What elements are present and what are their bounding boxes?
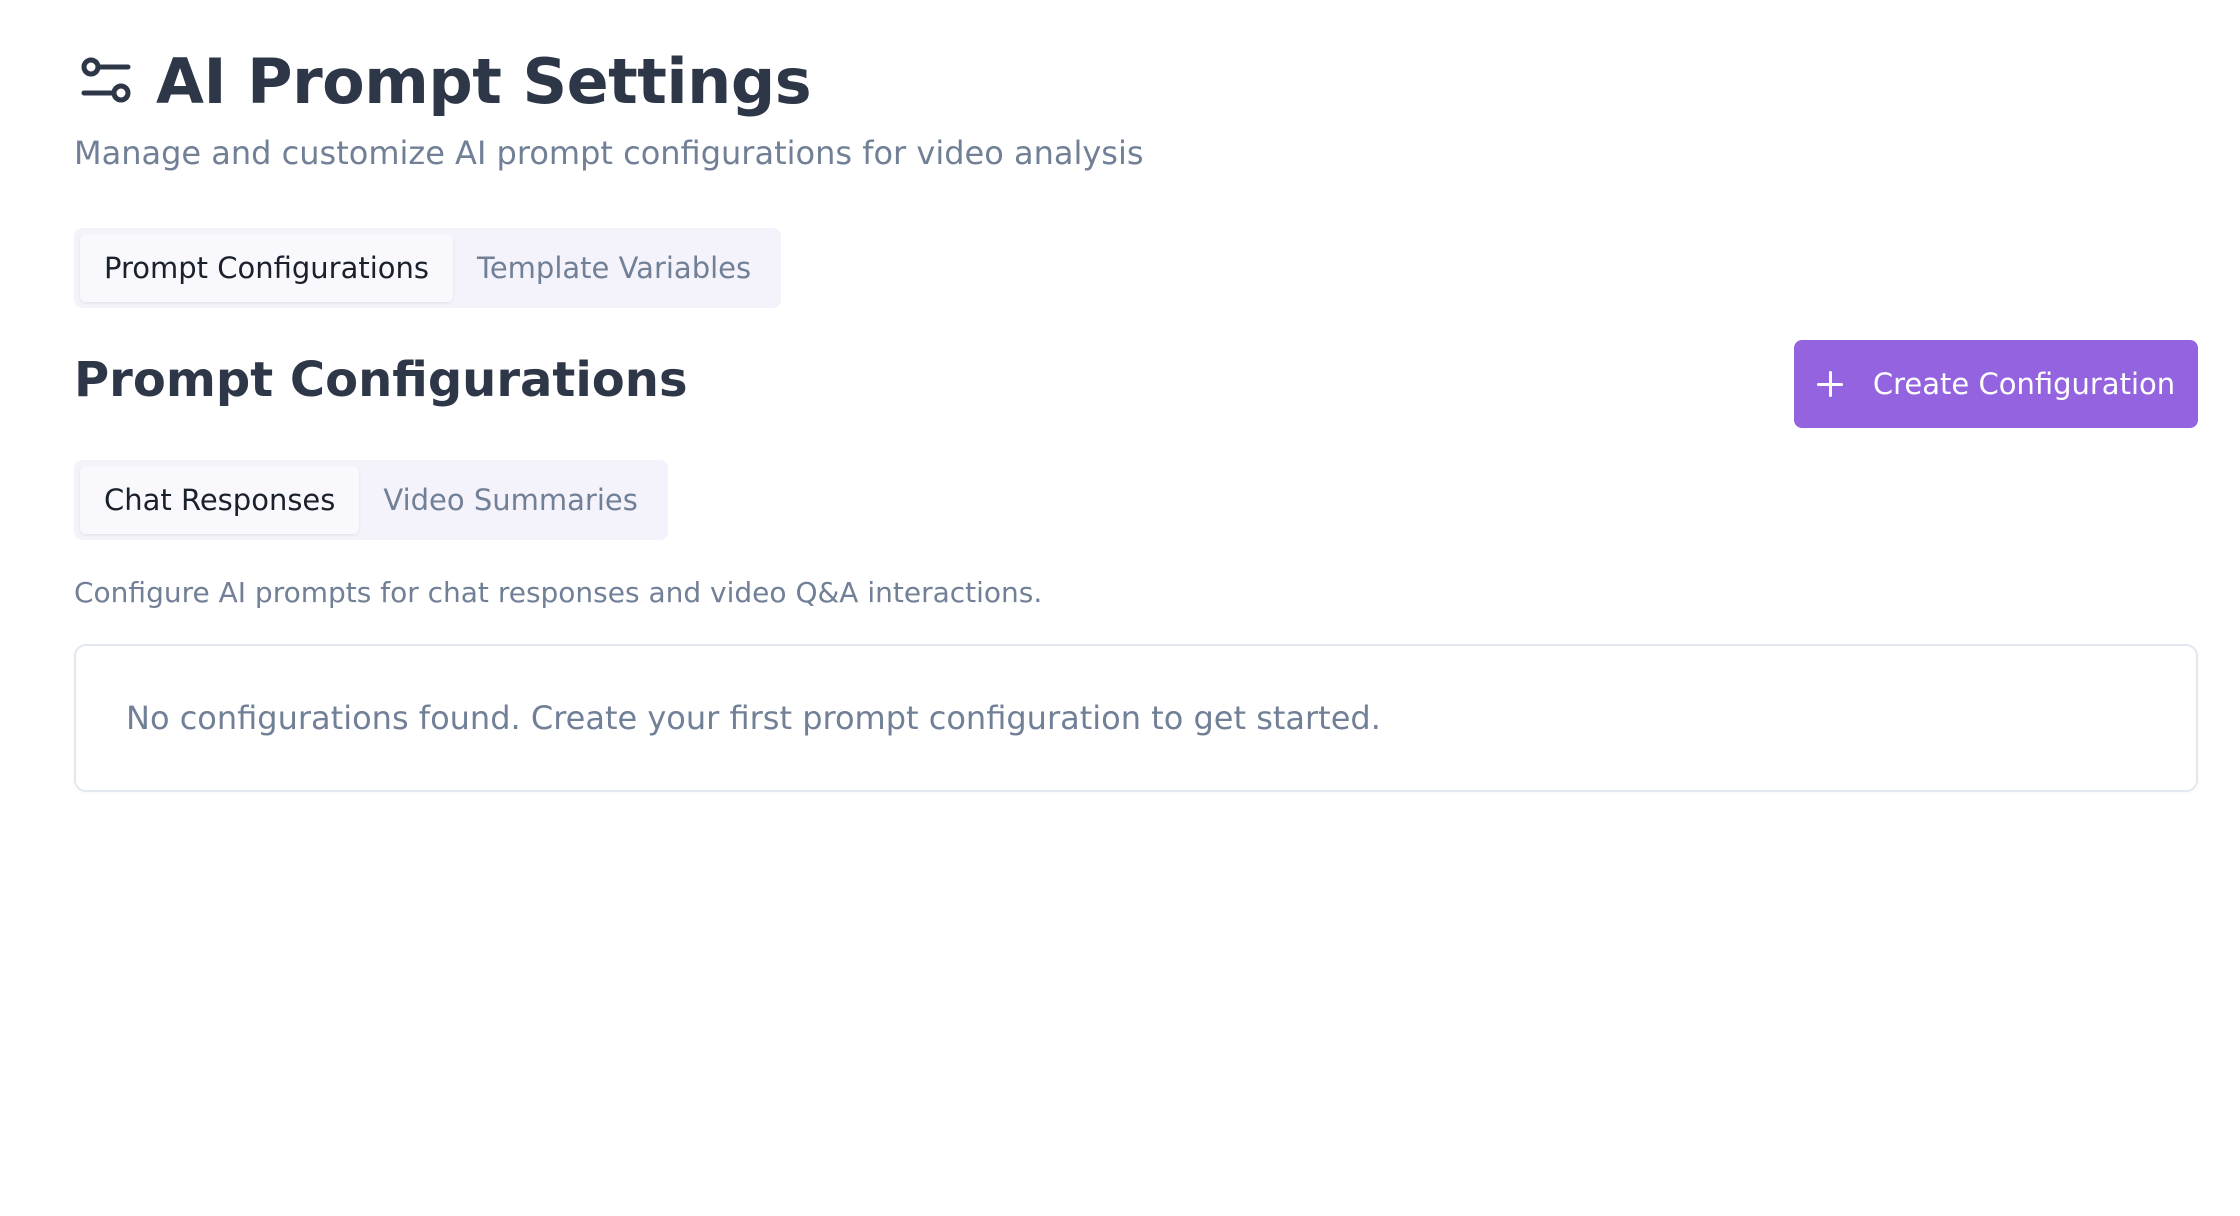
- page-subtitle: Manage and customize AI prompt configura…: [74, 134, 1144, 172]
- create-configuration-label: Create Configuration: [1872, 367, 2176, 401]
- section-description: Configure AI prompts for chat responses …: [74, 576, 1043, 609]
- ai-prompt-settings-page: AI Prompt Settings Manage and customize …: [0, 0, 2240, 1216]
- sliders-icon: [74, 49, 138, 113]
- page-header: AI Prompt Settings: [74, 38, 812, 124]
- tab-prompt-configurations[interactable]: Prompt Configurations: [80, 234, 454, 302]
- tab-video-summaries[interactable]: Video Summaries: [359, 466, 661, 534]
- empty-state-message: No configurations found. Create your fir…: [126, 699, 1381, 737]
- empty-state-card: No configurations found. Create your fir…: [74, 644, 2198, 792]
- page-title: AI Prompt Settings: [156, 44, 812, 118]
- main-tabs: Prompt Configurations Template Variables: [74, 228, 782, 308]
- plus-icon: [1816, 371, 1843, 397]
- create-configuration-button[interactable]: Create Configuration: [1794, 340, 2198, 428]
- sub-tabs: Chat Responses Video Summaries: [74, 460, 668, 540]
- tab-chat-responses[interactable]: Chat Responses: [80, 466, 360, 534]
- tab-template-variables[interactable]: Template Variables: [453, 234, 775, 302]
- section-title: Prompt Configurations: [74, 352, 688, 408]
